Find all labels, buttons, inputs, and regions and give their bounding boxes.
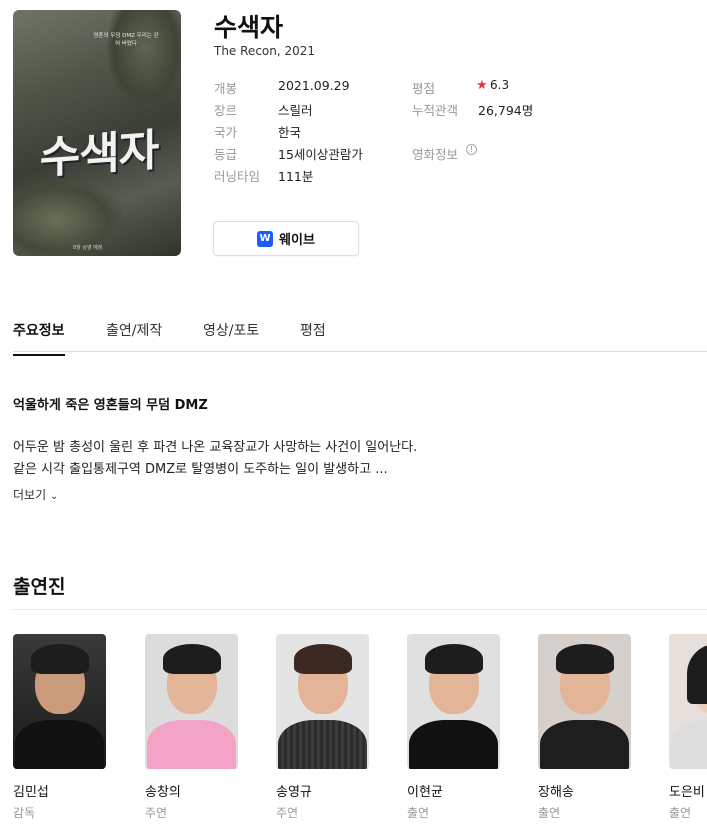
cast-role: 출연 bbox=[538, 806, 561, 820]
wavve-button-label: 웨이브 bbox=[279, 233, 315, 248]
tab-video-photo[interactable]: 영상/포토 bbox=[203, 320, 259, 354]
movie-poster[interactable]: 영혼의 무덤 DMZ 우리는 갇 혀 버렸다 수색자 8월 상영 예정 bbox=[13, 10, 181, 256]
tab-cast-crew[interactable]: 출연/제작 bbox=[106, 320, 162, 354]
cast-name[interactable]: 장해송 bbox=[538, 781, 631, 800]
more-button[interactable]: 더보기 ⌄ bbox=[13, 486, 58, 503]
release-value: 2021.09.29 bbox=[278, 78, 350, 93]
cast-name[interactable]: 송영규 bbox=[276, 781, 369, 800]
cast-card[interactable]: 장해송 출연 bbox=[538, 634, 631, 821]
cast-card[interactable]: 송창의 주연 bbox=[145, 634, 238, 821]
audience-value: 26,794명 bbox=[478, 103, 534, 118]
cast-name[interactable]: 김민섭 bbox=[13, 781, 106, 800]
genre-value: 스릴러 bbox=[278, 103, 313, 118]
cast-card[interactable]: 김민섭 감독 bbox=[13, 634, 106, 821]
cast-role: 출연 bbox=[669, 806, 692, 820]
cast-heading: 출연진 bbox=[13, 576, 66, 598]
rating-label: 등급 bbox=[214, 147, 238, 162]
cast-card[interactable]: 도은비 출연 bbox=[669, 634, 707, 821]
rating-value: 15세이상관람가 bbox=[278, 147, 363, 162]
synopsis-line-1: 어두운 밤 총성이 울린 후 파견 나온 교육장교가 사망하는 사건이 일어난다… bbox=[13, 440, 418, 455]
cast-name[interactable]: 이현균 bbox=[407, 781, 500, 800]
cast-name[interactable]: 송창의 bbox=[145, 781, 238, 800]
cast-role: 감독 bbox=[13, 806, 36, 820]
movie-info-label: 영화정보 bbox=[412, 147, 459, 162]
cast-photo[interactable] bbox=[669, 634, 707, 769]
genre-label: 장르 bbox=[214, 103, 238, 118]
poster-credit: 8월 상영 예정 bbox=[73, 245, 103, 251]
divider bbox=[13, 609, 707, 610]
chevron-down-icon: ⌄ bbox=[49, 491, 59, 502]
synopsis-title: 억울하게 죽은 영혼들의 무덤 DMZ bbox=[13, 398, 208, 413]
info-exclamation-icon[interactable]: ! bbox=[466, 144, 477, 155]
synopsis-line-2: 같은 시각 출입통제구역 DMZ로 탈영병이 도주하는 일이 발생하고 ... bbox=[13, 462, 388, 477]
cast-photo[interactable] bbox=[407, 634, 500, 769]
tab-main-info[interactable]: 주요정보 bbox=[13, 320, 65, 356]
tab-reviews[interactable]: 평점 bbox=[300, 320, 326, 354]
wavve-logo-icon: W bbox=[257, 230, 274, 247]
poster-soldier-image bbox=[108, 10, 181, 105]
movie-title: 수색자 bbox=[214, 13, 284, 42]
cast-role: 주연 bbox=[276, 806, 299, 820]
more-label: 더보기 bbox=[13, 488, 47, 502]
cast-role: 출연 bbox=[407, 806, 430, 820]
cast-photo[interactable] bbox=[145, 634, 238, 769]
movie-subtitle: The Recon, 2021 bbox=[214, 44, 316, 58]
score-value: 6.3 bbox=[490, 78, 510, 92]
detail-tabs: 주요정보 출연/제작 영상/포토 평점 bbox=[13, 314, 707, 356]
cast-card[interactable]: 이현균 출연 bbox=[407, 634, 500, 821]
poster-title-art: 수색자 bbox=[39, 124, 159, 185]
release-label: 개봉 bbox=[214, 81, 238, 96]
cast-photo[interactable] bbox=[276, 634, 369, 769]
cast-photo[interactable] bbox=[13, 634, 106, 769]
wavve-watch-button[interactable]: W 웨이브 bbox=[213, 221, 359, 256]
cast-role: 주연 bbox=[145, 806, 168, 820]
country-label: 국가 bbox=[214, 125, 238, 140]
poster-tagline: 영혼의 무덤 DMZ 우리는 갇 혀 버렸다 bbox=[93, 33, 159, 47]
poster-soldier-image bbox=[13, 180, 123, 256]
audience-label: 누적관객 bbox=[412, 103, 459, 118]
runtime-value: 111분 bbox=[278, 169, 314, 184]
cast-card[interactable]: 송영규 주연 bbox=[276, 634, 369, 821]
score-label: 평점 bbox=[412, 81, 436, 96]
runtime-label: 러닝타임 bbox=[214, 169, 261, 184]
star-icon: ★ bbox=[476, 78, 488, 93]
cast-photo[interactable] bbox=[538, 634, 631, 769]
country-value: 한국 bbox=[278, 125, 302, 140]
cast-name[interactable]: 도은비 bbox=[669, 781, 707, 800]
